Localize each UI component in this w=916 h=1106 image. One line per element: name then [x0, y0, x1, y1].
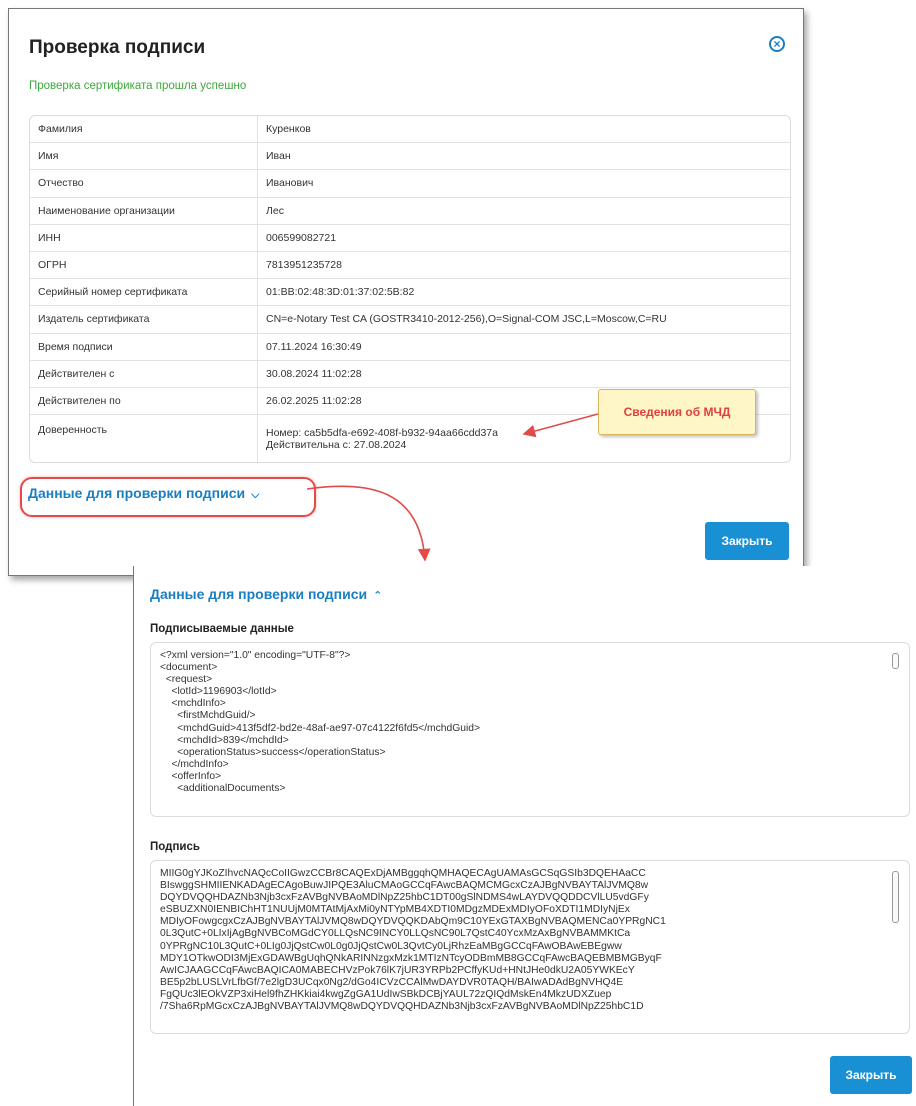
row-label: Действителен по: [30, 387, 258, 415]
code-line: FgQUc3lEOkVZP3xiHel9fhZHKkiai4kwgZgGA1Ud…: [160, 988, 612, 1000]
signed-data-content: <?xml version="1.0" encoding="UTF-8"?> <d…: [160, 650, 879, 795]
row-value: 30.08.2024 11:02:28: [266, 367, 362, 380]
row-value: Иван: [266, 150, 291, 163]
row-value: Куренков: [266, 123, 311, 136]
row-label: Имя: [30, 143, 258, 170]
code-line: eSBUZXN0IENBIChHT1NUUjM0MTAtMjAxMi0yNTYp…: [160, 904, 630, 916]
table-row: Имя Иван: [30, 142, 790, 170]
row-label: Действителен с: [30, 360, 258, 387]
row-label: Серийный номер сертификата: [30, 279, 258, 306]
row-value: CN=e-Notary Test CA (GOSTR3410-2012-256)…: [266, 313, 667, 326]
code-line: BE5p2bLUSLVrLfbGf/7e2lgD3UCqx0Ng2/dGo4IC…: [160, 976, 624, 988]
signed-data-label: Подписываемые данные: [150, 623, 294, 635]
row-label: Наименование организации: [30, 197, 258, 224]
row-value: 07.11.2024 16:30:49: [266, 340, 362, 353]
row-label: Доверенность: [30, 415, 258, 463]
code-line: <operationStatus>success</operationStatu…: [160, 746, 386, 758]
expanded-signature-panel: Данные для проверки подписи ⌃ Подписываем…: [133, 566, 916, 1106]
code-line: 0YPRgNC10L3QutC+0LIg0JjQstCw0L0g0JjQstCw…: [160, 940, 622, 952]
toggle-label: Данные для проверки подписи: [150, 586, 368, 602]
row-label: Время подписи: [30, 333, 258, 360]
chevron-up-icon: ⌃: [373, 590, 383, 602]
code-line: MDIyOFowgcgxCzAJBgNVBAYTAlJVMQ8wDQYDVQQK…: [160, 916, 666, 928]
row-label: Отчество: [30, 170, 258, 197]
row-value: 7813951235728: [266, 259, 342, 272]
poa-number: Номер: ca5b5dfa-e692-408f-b932-94aa66cdd…: [266, 426, 498, 439]
code-line: <request>: [160, 674, 213, 686]
table-row: ОГРН 7813951235728: [30, 250, 790, 279]
signature-data-toggle-expanded[interactable]: Данные для проверки подписи ⌃: [150, 586, 382, 602]
table-row: ИНН 006599082721: [30, 223, 790, 251]
code-line: BIswggSHMIIENKADAgECAgoBuwJIPQE3AluCMAoG…: [160, 880, 649, 892]
scrollbar-thumb[interactable]: [892, 653, 899, 669]
close-button[interactable]: Закрыть: [830, 1056, 912, 1094]
code-line: <mchdGuid>413f5df2-bd2e-48af-ae97-07c412…: [160, 722, 480, 734]
code-line: <lotId>1196903</lotId>: [160, 686, 277, 698]
poa-valid-from: Действительна с: 27.08.2024: [266, 438, 407, 451]
code-line: <?xml version="1.0" encoding="UTF-8"?>: [160, 650, 351, 661]
row-value: 01:BB:02:48:3D:01:37:02:5B:82: [266, 286, 415, 299]
table-row: Фамилия Куренков: [30, 116, 790, 143]
code-line: <firstMchdGuid/>: [160, 710, 256, 722]
row-label: ОГРН: [30, 251, 258, 279]
table-row: Издатель сертификата CN=e-Notary Test CA …: [30, 305, 790, 333]
close-button[interactable]: Закрыть: [705, 522, 789, 560]
close-icon[interactable]: ×: [769, 36, 785, 52]
signature-data-toggle[interactable]: Данные для проверки подписи ⌵: [28, 485, 259, 502]
row-label: ИНН: [30, 224, 258, 251]
signature-content: MIIG0gYJKoZIhvcNAQcCoIIGwzCCBr8CAQExDjAM…: [160, 868, 879, 1013]
signature-label: Подпись: [150, 841, 200, 853]
code-line: <mchdId>839</mchdId>: [160, 734, 289, 746]
code-line: /7Sha6RpMGcxCzAJBgNVBAYTAlJVMQ8wDQYDVQQH…: [160, 1001, 644, 1013]
row-value: Иванович: [266, 177, 314, 190]
table-row: Отчество Иванович: [30, 169, 790, 197]
row-label: Издатель сертификата: [30, 306, 258, 333]
success-message: Проверка сертификата прошла успешно: [29, 80, 247, 92]
scrollbar-thumb[interactable]: [892, 871, 899, 923]
code-line: DQYDVQQHDAZNb3Njb3cxFzAVBgNVBAoMDlNpZ25h…: [160, 892, 649, 904]
table-row: Серийный номер сертификата 01:BB:02:48:3D…: [30, 278, 790, 306]
code-line: </mchdInfo>: [160, 758, 229, 770]
table-row: Действителен с 30.08.2024 11:02:28: [30, 359, 790, 387]
mchd-callout: Сведения об МЧД: [598, 389, 756, 435]
code-line: MIIG0gYJKoZIhvcNAQcCoIIGwzCCBr8CAQExDjAM…: [160, 868, 646, 879]
code-line: MDY1OTkwODI3MjExGDAWBgUqhQNkARINNzgxMzk1…: [160, 952, 662, 964]
code-line: 0L3QutC+0LIxIjAgBgNVBCoMGdCY0LLQsNC9INCY…: [160, 928, 631, 940]
table-row: Время подписи 07.11.2024 16:30:49: [30, 332, 790, 360]
signature-check-dialog: Проверка подписи × Проверка сертификата …: [8, 8, 804, 576]
signed-data-box[interactable]: <?xml version="1.0" encoding="UTF-8"?> <d…: [150, 642, 910, 817]
code-line: <additionalDocuments>: [160, 783, 286, 795]
dialog-title: Проверка подписи: [29, 37, 206, 58]
code-line: <mchdInfo>: [160, 698, 226, 710]
row-label: Фамилия: [30, 116, 258, 143]
toggle-label: Данные для проверки подписи: [28, 485, 246, 501]
table-row: Наименование организации Лес: [30, 196, 790, 224]
code-line: AwICJAAGCCqFAwcBAQICA0MABECHVzPok76lK7jU…: [160, 964, 635, 976]
signature-box[interactable]: MIIG0gYJKoZIhvcNAQcCoIIGwzCCBr8CAQExDjAM…: [150, 860, 910, 1034]
chevron-down-icon: ⌵: [251, 489, 260, 501]
code-line: <document>: [160, 662, 218, 674]
row-value: 006599082721: [266, 231, 337, 244]
row-value: Лес: [266, 204, 284, 217]
code-line: <offerInfo>: [160, 770, 222, 782]
